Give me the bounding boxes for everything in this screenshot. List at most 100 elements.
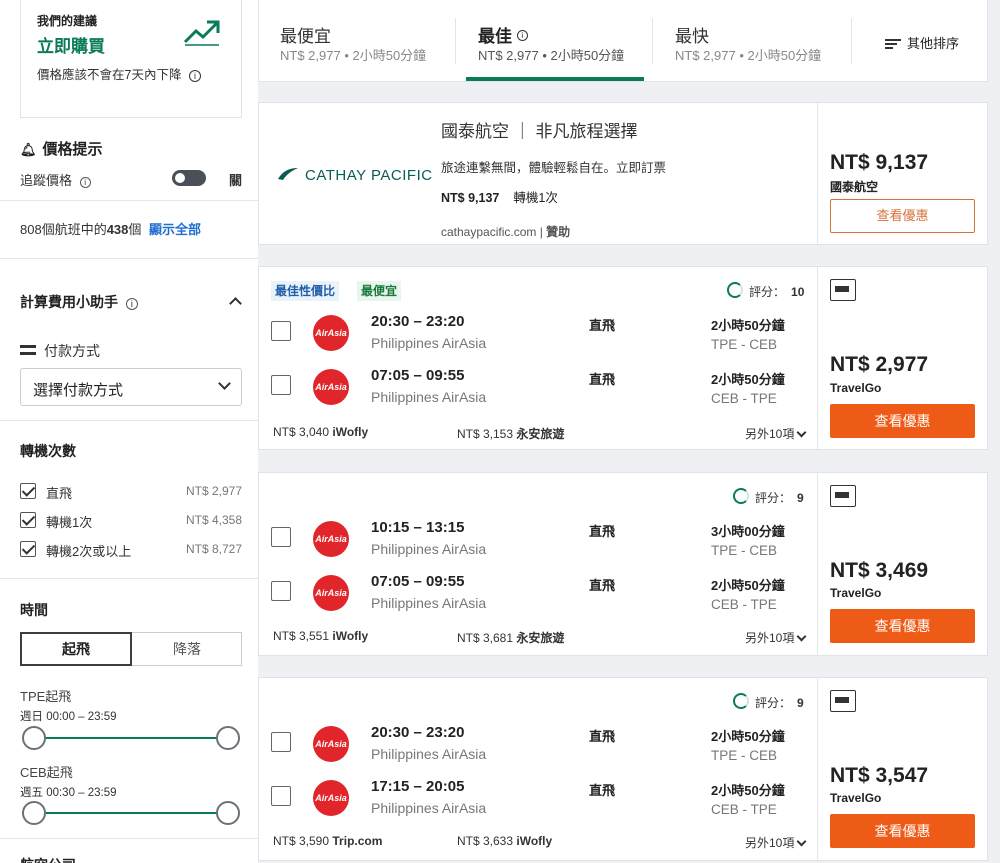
sort-tab-label: 最快 [675, 27, 709, 46]
sponsored-ad-card[interactable]: CATHAY PACIFIC 國泰航空 ｜ 非凡旅程選擇 旅途連繫無間，體驗輕鬆… [258, 102, 988, 245]
leg-route: CEB - TPE [711, 802, 777, 817]
alt-price-2[interactable]: NT$ 3,633 iWofly [457, 834, 552, 848]
flight-vendor: TravelGo [830, 791, 882, 805]
select-checkbox[interactable] [271, 527, 291, 547]
view-deal-button[interactable]: 查看優惠 [830, 609, 975, 643]
flight-card[interactable]: 最佳性價比 最便宜 評分： 10 AirAsia 20:30 – 23:20 Ph… [258, 266, 988, 450]
slider-handle-start[interactable] [22, 801, 46, 825]
more-deals-button[interactable]: 另外10項 [745, 425, 807, 442]
recommendation-title: 我們的建議 [37, 14, 98, 28]
tab-arrival[interactable]: 降落 [132, 633, 242, 665]
payment-method-select[interactable]: 選擇付款方式 [20, 368, 242, 406]
more-deals-button[interactable]: 另外10項 [745, 834, 807, 851]
info-icon[interactable]: i [188, 70, 201, 82]
more-deals-label: 另外10項 [745, 836, 795, 850]
ad-price: NT$ 9,137 [441, 191, 500, 205]
chevron-up-icon[interactable] [229, 297, 242, 310]
alt-price-2[interactable]: NT$ 3,681 永安旅遊 [457, 629, 564, 646]
flight-price: NT$ 2,977 [830, 353, 929, 376]
alt-vendor: 永安旅遊 [516, 631, 565, 645]
leg-duration: 2小時50分鐘 [711, 318, 785, 333]
slider-handle-end[interactable] [216, 801, 240, 825]
tab-fastest[interactable]: 最快 NT$ 2,977 • 2小時50分鐘 [675, 0, 845, 80]
tab-best[interactable]: 最佳 i NT$ 2,977 • 2小時50分鐘 [478, 0, 648, 80]
info-icon[interactable]: i [79, 177, 91, 188]
stops-option-one-stop[interactable]: 轉機1次 NT$ 4,358 [20, 511, 242, 531]
alt-vendor: iWofly [516, 834, 553, 848]
other-sort-button[interactable]: 其他排序 [885, 33, 959, 52]
leg-carrier: Philippines AirAsia [371, 389, 487, 405]
ad-headline[interactable]: 國泰航空 ｜ 非凡旅程選擇 [441, 117, 637, 142]
select-checkbox[interactable] [271, 786, 291, 806]
divider [0, 258, 258, 259]
baggage-icon[interactable] [830, 279, 856, 301]
checkbox[interactable] [20, 512, 36, 528]
leg-duration: 3小時00分鐘 [711, 524, 785, 539]
track-price-row: 追蹤價格 i 關 [20, 170, 242, 188]
leg-route: TPE - CEB [711, 337, 778, 352]
divider [0, 200, 258, 201]
sponsored-label: 贊助 [546, 225, 571, 239]
chevron-down-icon [796, 836, 807, 847]
ad-url[interactable]: cathaypacific.com [441, 225, 536, 239]
checkbox[interactable] [20, 541, 36, 557]
flight-card[interactable]: 評分： 9 AirAsia 10:15 – 13:15 Philippines A… [258, 472, 988, 656]
select-checkbox[interactable] [271, 321, 291, 341]
divider [851, 18, 852, 64]
score-value: 10 [791, 285, 805, 299]
more-deals-button[interactable]: 另外10項 [745, 629, 807, 646]
info-icon[interactable]: i [516, 30, 528, 41]
view-deal-button[interactable]: 查看優惠 [830, 404, 975, 438]
divider [0, 838, 258, 839]
view-deal-button[interactable]: 查看優惠 [830, 814, 975, 848]
payment-method-row: 付款方式 [20, 341, 242, 361]
payment-method-label: 付款方式 [44, 343, 100, 359]
return-time-label: CEB起飛 [20, 765, 73, 780]
ad-description: 旅途連繫無間，體驗輕鬆自在。立即訂票 [441, 161, 667, 175]
track-price-label: 追蹤價格 [20, 173, 73, 188]
select-checkbox[interactable] [271, 581, 291, 601]
alt-vendor: iWofly [332, 425, 369, 439]
flight-leg: AirAsia 20:30 – 23:20 Philippines AirAsi… [259, 724, 819, 770]
bell-icon: 🔔︎ [20, 142, 37, 157]
outbound-time-slider[interactable] [22, 726, 240, 750]
view-deal-button[interactable]: 查看優惠 [830, 199, 975, 233]
leg-stops: 直飛 [589, 578, 616, 593]
alt-price-1[interactable]: NT$ 3,590 Trip.com [273, 834, 382, 848]
leg-route: TPE - CEB [711, 543, 778, 558]
select-checkbox[interactable] [271, 732, 291, 752]
sort-tab-label-text: 最佳 [478, 27, 512, 46]
fee-helper-header[interactable]: 計算費用小助手 i [20, 292, 138, 312]
tab-departure[interactable]: 起飛 [20, 632, 132, 666]
ad-url-row: cathaypacific.com | 贊助 [441, 225, 571, 239]
select-checkbox[interactable] [271, 375, 291, 395]
score-ring-icon [727, 282, 743, 298]
info-icon[interactable]: i [125, 298, 138, 310]
alt-price-2[interactable]: NT$ 3,153 永安旅遊 [457, 425, 564, 442]
more-deals-label: 另外10項 [745, 631, 795, 645]
alt-price-1[interactable]: NT$ 3,551 iWofly [273, 629, 368, 643]
baggage-icon[interactable] [830, 690, 856, 712]
baggage-icon[interactable] [830, 485, 856, 507]
stops-option-nonstop[interactable]: 直飛 NT$ 2,977 [20, 482, 242, 502]
alt-vendor: 永安旅遊 [516, 427, 565, 441]
show-all-link[interactable]: 顯示全部 [149, 222, 201, 237]
slider-handle-start[interactable] [22, 726, 46, 750]
flight-score: 評分： 9 [733, 693, 804, 711]
stops-option-price: NT$ 8,727 [185, 542, 242, 556]
slider-handle-end[interactable] [216, 726, 240, 750]
chevron-down-icon [796, 631, 807, 642]
ad-price-row: NT$ 9,137 轉機1次 [441, 187, 558, 206]
alt-price-1[interactable]: NT$ 3,040 iWofly [273, 425, 368, 439]
checkbox[interactable] [20, 483, 36, 499]
stops-option-price: NT$ 2,977 [185, 484, 242, 498]
credit-card-icon [20, 345, 36, 355]
leg-duration: 2小時50分鐘 [711, 578, 785, 593]
stops-option-two-plus[interactable]: 轉機2次或以上 NT$ 8,727 [20, 540, 242, 560]
airasia-logo: AirAsia [313, 315, 349, 351]
flight-card[interactable]: 評分： 9 AirAsia 20:30 – 23:20 Philippines A… [258, 677, 988, 861]
sort-tab-label: 最便宜 [280, 27, 331, 46]
tab-cheapest[interactable]: 最便宜 NT$ 2,977 • 2小時50分鐘 [280, 0, 450, 80]
return-time-slider[interactable] [22, 801, 240, 825]
track-price-toggle[interactable] [172, 170, 206, 186]
